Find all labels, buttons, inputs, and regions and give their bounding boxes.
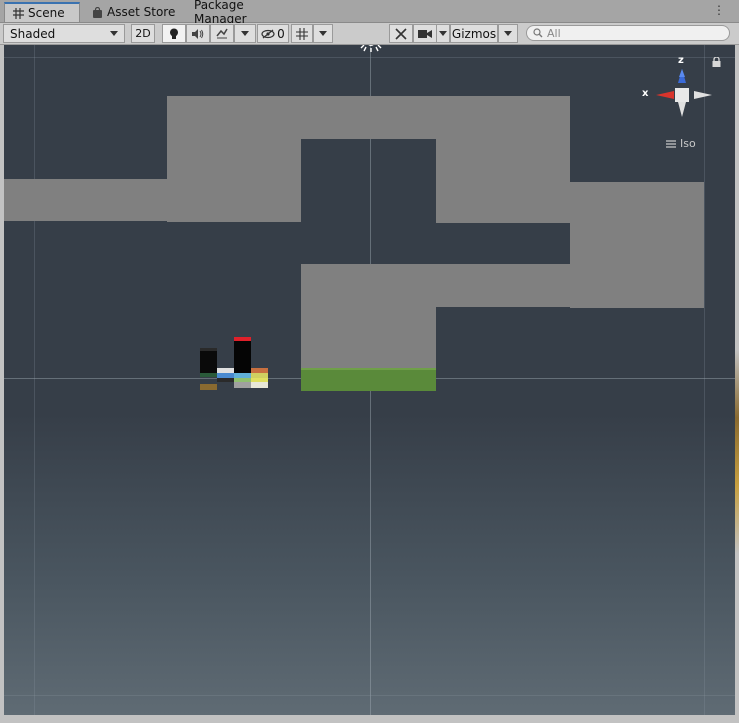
grid-icon xyxy=(13,7,24,19)
tab-scene-label: Scene xyxy=(28,6,65,20)
hierarchy-search[interactable] xyxy=(526,25,730,41)
grid-line xyxy=(4,695,735,696)
axis-gizmo-icon xyxy=(656,69,712,117)
chevron-down-icon xyxy=(504,31,512,36)
camera-button[interactable] xyxy=(413,24,437,43)
tab-scene[interactable]: Scene xyxy=(4,2,80,22)
level-block[interactable] xyxy=(301,307,436,370)
level-block[interactable] xyxy=(436,139,570,223)
tools-icon xyxy=(395,27,407,40)
z-axis-label: z xyxy=(678,55,684,66)
gizmos-button[interactable]: Gizmos xyxy=(450,24,498,43)
speaker-icon xyxy=(192,28,204,39)
grid-toggle-button[interactable] xyxy=(291,24,313,43)
ground-block[interactable] xyxy=(301,368,436,391)
tab-bar: Scene Asset Store Package Manager ⋮ xyxy=(0,0,739,26)
chevron-down-icon xyxy=(319,31,327,36)
tab-asset-store-label: Asset Store xyxy=(107,5,176,19)
projection-label: Iso xyxy=(680,137,696,150)
level-block[interactable] xyxy=(167,139,301,222)
gizmos-label: Gizmos xyxy=(451,26,497,41)
grid-line xyxy=(4,57,735,58)
camera-dropdown[interactable] xyxy=(436,24,450,43)
hidden-eye-icon xyxy=(261,29,275,38)
chevron-down-icon xyxy=(241,31,249,36)
tab-package-manager[interactable]: Package Manager xyxy=(186,0,306,26)
2d-toggle-button[interactable]: 2D xyxy=(131,24,155,43)
projection-toggle[interactable]: Iso xyxy=(666,137,696,150)
scene-toolbar: Shaded 2D 0 Gizmos All xyxy=(0,23,739,45)
level-block[interactable] xyxy=(570,182,704,308)
grid-dropdown[interactable] xyxy=(313,24,333,43)
menu-lines-icon xyxy=(666,139,676,148)
x-axis-label: x xyxy=(642,88,649,99)
tools-button[interactable] xyxy=(389,24,413,43)
sun-light-icon[interactable] xyxy=(360,45,382,55)
audio-toggle-button[interactable] xyxy=(186,24,210,43)
shading-mode-dropdown[interactable]: Shaded xyxy=(3,24,125,43)
grid-line xyxy=(34,45,35,715)
window-edge xyxy=(735,45,739,723)
chevron-down-icon xyxy=(110,31,118,36)
gizmos-dropdown[interactable] xyxy=(498,24,518,43)
2d-label: 2D xyxy=(135,27,151,40)
shading-mode-label: Shaded xyxy=(10,26,56,41)
grid-snap-icon xyxy=(296,27,308,40)
lighting-toggle-button[interactable] xyxy=(162,24,186,43)
more-options-icon[interactable]: ⋮ xyxy=(713,4,725,16)
hidden-count: 0 xyxy=(277,26,285,41)
effects-toggle-button[interactable] xyxy=(210,24,234,43)
tab-asset-store[interactable]: Asset Store xyxy=(84,2,184,22)
lightbulb-icon xyxy=(170,28,178,39)
level-block[interactable] xyxy=(4,179,167,221)
scene-viewport[interactable]: z x Iso xyxy=(4,45,735,715)
camera-icon xyxy=(418,29,432,38)
effects-icon xyxy=(216,28,228,39)
orientation-gizmo[interactable]: z x xyxy=(640,55,730,125)
level-block[interactable] xyxy=(301,264,570,307)
grid-line xyxy=(704,45,705,715)
chevron-down-icon xyxy=(439,31,447,36)
search-icon xyxy=(533,28,543,38)
bag-icon xyxy=(93,6,102,18)
level-block[interactable] xyxy=(167,96,570,139)
scene-visibility-button[interactable]: 0 xyxy=(257,24,289,43)
search-input[interactable] xyxy=(547,26,717,40)
effects-dropdown[interactable] xyxy=(234,24,256,43)
